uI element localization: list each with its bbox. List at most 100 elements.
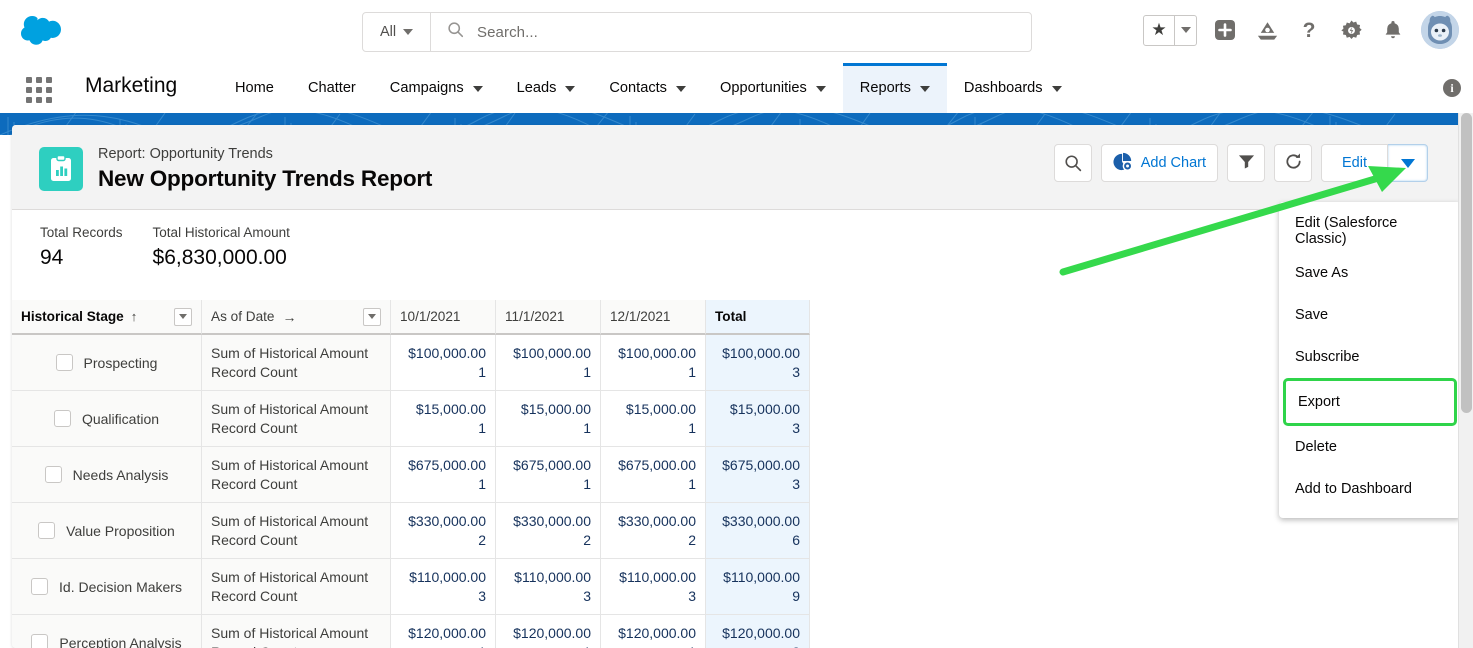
nav-item-leads[interactable]: Leads xyxy=(500,63,593,113)
search-scope-label: All xyxy=(379,24,397,40)
nav-item-chatter[interactable]: Chatter xyxy=(291,63,373,113)
nav-item-opportunities[interactable]: Opportunities xyxy=(703,63,843,113)
row-checkbox[interactable] xyxy=(44,466,62,483)
column-header-historical-stage[interactable]: Historical Stage ↑ xyxy=(12,300,202,335)
report-actions-dropdown-button[interactable] xyxy=(1388,144,1428,182)
row-value-cell: $100,000.00 1 xyxy=(496,335,601,391)
nav-item-label: Home xyxy=(235,80,274,96)
measure-line-2: Record Count xyxy=(211,643,381,648)
row-checkbox[interactable] xyxy=(53,410,71,427)
column-header-as-of-date[interactable]: As of Date → xyxy=(202,300,391,335)
count-value: 3 xyxy=(583,587,591,604)
amount-value: $120,000.00 xyxy=(722,624,800,641)
amount-value: $675,000.00 xyxy=(722,456,800,473)
filter-button[interactable] xyxy=(1227,144,1265,182)
menu-item-subscribe[interactable]: Subscribe xyxy=(1279,336,1461,378)
measure-line-1: Sum of Historical Amount xyxy=(211,568,369,585)
measure-line-2: Record Count xyxy=(211,531,298,548)
row-stage-cell: Perception Analysis xyxy=(12,615,202,648)
scrollbar-thumb[interactable] xyxy=(1461,113,1472,413)
edit-label: Edit xyxy=(1342,155,1367,171)
count-value: 9 xyxy=(792,587,800,604)
edit-button[interactable]: Edit xyxy=(1321,144,1388,182)
add-chart-button[interactable]: Add Chart xyxy=(1100,144,1218,182)
notifications-bell-icon[interactable] xyxy=(1379,16,1407,44)
favorites-caret-icon[interactable] xyxy=(1174,15,1196,45)
row-checkbox[interactable] xyxy=(55,354,73,371)
row-total-cell: $330,000.00 6 xyxy=(706,503,810,559)
row-checkbox[interactable] xyxy=(31,634,49,648)
help-icon[interactable]: ? xyxy=(1295,16,1323,44)
salesforce-cloud-logo[interactable] xyxy=(20,14,64,46)
menu-item-edit-salesforce-classic[interactable]: Edit (Salesforce Classic) xyxy=(1279,210,1461,252)
add-icon[interactable] xyxy=(1211,16,1239,44)
chevron-down-icon xyxy=(815,86,826,92)
nav-item-home[interactable]: Home xyxy=(218,63,291,113)
nav-item-campaigns[interactable]: Campaigns xyxy=(373,63,500,113)
measure-line-2: Record Count xyxy=(211,475,298,492)
vertical-scrollbar[interactable] xyxy=(1458,113,1473,648)
table-row[interactable]: Value Proposition Sum of Historical Amou… xyxy=(12,503,812,559)
global-search-bar[interactable]: All Search... xyxy=(362,12,1032,52)
column-header-date-1[interactable]: 10/1/2021 xyxy=(391,300,496,335)
menu-item-save[interactable]: Save xyxy=(1279,294,1461,336)
count-value: 3 xyxy=(688,587,696,604)
row-measure-cell: Sum of Historical Amount Record Count xyxy=(202,391,391,447)
measure-line-1: Sum of Historical Amount xyxy=(211,624,369,641)
table-row[interactable]: Qualification Sum of Historical Amount R… xyxy=(12,391,812,447)
menu-item-export[interactable]: Export xyxy=(1283,378,1457,426)
menu-item-delete[interactable]: Delete xyxy=(1279,426,1461,468)
summary-label: Total Historical Amount xyxy=(152,225,290,240)
table-row[interactable]: Perception Analysis Sum of Historical Am… xyxy=(12,615,812,648)
report-search-button[interactable] xyxy=(1053,144,1092,182)
nav-item-contacts[interactable]: Contacts xyxy=(592,63,703,113)
refresh-button[interactable] xyxy=(1274,144,1312,182)
favorites-star-icon[interactable]: ★ xyxy=(1144,16,1174,45)
nav-item-label: Leads xyxy=(516,80,557,96)
global-header-actions: ★ ? xyxy=(1143,11,1459,49)
column-header-date-3[interactable]: 12/1/2021 xyxy=(601,300,706,335)
count-value: 1 xyxy=(688,643,696,648)
column-menu-icon[interactable] xyxy=(174,307,192,326)
amount-value: $330,000.00 xyxy=(722,512,800,529)
row-value-cell: $15,000.00 1 xyxy=(496,391,601,447)
amount-value: $110,000.00 xyxy=(409,568,486,585)
menu-item-add-to-dashboard[interactable]: Add to Dashboard xyxy=(1279,468,1461,510)
row-value-cell: $330,000.00 2 xyxy=(391,503,496,559)
column-header-total[interactable]: Total xyxy=(706,300,810,335)
nav-item-reports[interactable]: Reports xyxy=(842,63,948,113)
column-menu-icon[interactable] xyxy=(363,307,381,326)
nav-items: Home Chatter Campaigns Leads Contacts Op… xyxy=(218,63,1079,113)
row-value-cell: $120,000.00 1 xyxy=(391,615,496,648)
search-scope-selector[interactable]: All xyxy=(363,13,431,51)
search-input[interactable]: Search... xyxy=(477,24,538,41)
setup-gear-icon[interactable] xyxy=(1337,16,1365,44)
chevron-down-icon xyxy=(565,86,576,92)
count-value: 1 xyxy=(688,363,696,380)
favorites-group[interactable]: ★ xyxy=(1143,14,1197,46)
table-row[interactable]: Needs Analysis Sum of Historical Amount … xyxy=(12,447,812,503)
table-row[interactable]: Id. Decision Makers Sum of Historical Am… xyxy=(12,559,812,615)
global-header: All Search... ★ ? xyxy=(0,0,1473,63)
amount-value: $100,000.00 xyxy=(722,344,800,361)
amount-value: $120,000.00 xyxy=(513,624,591,641)
row-checkbox[interactable] xyxy=(38,522,56,539)
nav-item-dashboards[interactable]: Dashboards xyxy=(947,63,1079,113)
app-navigation-bar: Marketing Home Chatter Campaigns Leads C… xyxy=(0,63,1473,113)
amount-value: $330,000.00 xyxy=(618,512,696,529)
row-stage-cell: Prospecting xyxy=(12,335,202,391)
menu-item-save-as[interactable]: Save As xyxy=(1279,252,1461,294)
count-value: 3 xyxy=(478,587,486,604)
measure-line-1: Sum of Historical Amount xyxy=(211,456,369,473)
user-avatar[interactable] xyxy=(1421,11,1459,49)
row-checkbox[interactable] xyxy=(31,578,49,595)
count-value: 2 xyxy=(688,531,696,548)
column-header-date-2[interactable]: 11/1/2021 xyxy=(496,300,601,335)
app-launcher-icon[interactable] xyxy=(26,77,52,103)
amount-value: $110,000.00 xyxy=(619,568,696,585)
trailhead-icon[interactable] xyxy=(1253,16,1281,44)
info-icon[interactable]: i xyxy=(1443,79,1461,97)
table-row[interactable]: Prospecting Sum of Historical Amount Rec… xyxy=(12,335,812,391)
row-value-cell: $330,000.00 2 xyxy=(496,503,601,559)
amount-value: $675,000.00 xyxy=(618,456,696,473)
